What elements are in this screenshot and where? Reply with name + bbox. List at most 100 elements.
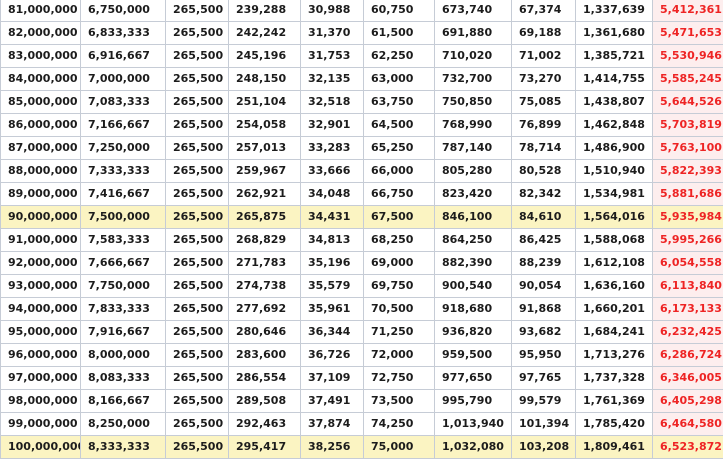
table-cell[interactable]: 1,013,940 <box>434 412 512 436</box>
table-cell[interactable]: 71,002 <box>511 44 576 68</box>
table-cell[interactable]: 66,750 <box>363 182 435 206</box>
table-cell[interactable]: 1,534,981 <box>575 182 653 206</box>
net-amount-cell[interactable]: 5,412,361 <box>652 0 723 22</box>
net-amount-cell[interactable]: 6,405,298 <box>652 389 723 413</box>
table-cell[interactable]: 32,135 <box>300 67 364 91</box>
table-cell[interactable]: 7,833,333 <box>80 297 166 321</box>
table-cell[interactable]: 31,753 <box>300 44 364 68</box>
table-cell[interactable]: 271,783 <box>228 251 301 275</box>
table-cell[interactable]: 7,916,667 <box>80 320 166 344</box>
table-cell[interactable]: 101,394 <box>511 412 576 436</box>
table-cell[interactable]: 805,280 <box>434 159 512 183</box>
table-cell[interactable]: 1,612,108 <box>575 251 653 275</box>
net-amount-cell[interactable]: 5,822,393 <box>652 159 723 183</box>
table-cell[interactable]: 7,083,333 <box>80 90 166 114</box>
table-cell[interactable]: 265,500 <box>165 435 229 459</box>
table-cell[interactable]: 265,500 <box>165 297 229 321</box>
table-cell[interactable]: 245,196 <box>228 44 301 68</box>
table-cell[interactable]: 274,738 <box>228 274 301 298</box>
table-cell[interactable]: 100,000,000 <box>0 435 81 459</box>
table-cell[interactable]: 67,500 <box>363 205 435 229</box>
net-amount-cell[interactable]: 6,054,558 <box>652 251 723 275</box>
table-cell[interactable]: 1,385,721 <box>575 44 653 68</box>
table-cell[interactable]: 67,374 <box>511 0 576 22</box>
table-cell[interactable]: 81,000,000 <box>0 0 81 22</box>
table-cell[interactable]: 72,750 <box>363 366 435 390</box>
table-cell[interactable]: 1,588,068 <box>575 228 653 252</box>
table-cell[interactable]: 35,196 <box>300 251 364 275</box>
table-cell[interactable]: 98,000,000 <box>0 389 81 413</box>
net-amount-cell[interactable]: 6,286,724 <box>652 343 723 367</box>
net-amount-cell[interactable]: 5,644,526 <box>652 90 723 114</box>
table-cell[interactable]: 85,000,000 <box>0 90 81 114</box>
net-amount-cell[interactable]: 6,113,840 <box>652 274 723 298</box>
table-cell[interactable]: 918,680 <box>434 297 512 321</box>
table-cell[interactable]: 823,420 <box>434 182 512 206</box>
table-cell[interactable]: 673,740 <box>434 0 512 22</box>
table-cell[interactable]: 99,000,000 <box>0 412 81 436</box>
table-cell[interactable]: 96,000,000 <box>0 343 81 367</box>
table-cell[interactable]: 265,875 <box>228 205 301 229</box>
table-cell[interactable]: 66,000 <box>363 159 435 183</box>
table-cell[interactable]: 99,579 <box>511 389 576 413</box>
table-cell[interactable]: 292,463 <box>228 412 301 436</box>
table-cell[interactable]: 34,431 <box>300 205 364 229</box>
table-cell[interactable]: 265,500 <box>165 389 229 413</box>
table-cell[interactable]: 248,150 <box>228 67 301 91</box>
table-cell[interactable]: 265,500 <box>165 67 229 91</box>
table-cell[interactable]: 7,000,000 <box>80 67 166 91</box>
table-cell[interactable]: 103,208 <box>511 435 576 459</box>
table-cell[interactable]: 242,242 <box>228 21 301 45</box>
table-cell[interactable]: 76,899 <box>511 113 576 137</box>
table-cell[interactable]: 1,660,201 <box>575 297 653 321</box>
table-cell[interactable]: 977,650 <box>434 366 512 390</box>
table-cell[interactable]: 750,850 <box>434 90 512 114</box>
net-amount-cell[interactable]: 5,585,245 <box>652 67 723 91</box>
table-cell[interactable]: 7,583,333 <box>80 228 166 252</box>
table-cell[interactable]: 75,085 <box>511 90 576 114</box>
table-cell[interactable]: 69,000 <box>363 251 435 275</box>
table-cell[interactable]: 36,344 <box>300 320 364 344</box>
net-amount-cell[interactable]: 6,232,425 <box>652 320 723 344</box>
table-cell[interactable]: 1,713,276 <box>575 343 653 367</box>
table-cell[interactable]: 72,000 <box>363 343 435 367</box>
table-cell[interactable]: 286,554 <box>228 366 301 390</box>
table-cell[interactable]: 8,166,667 <box>80 389 166 413</box>
net-amount-cell[interactable]: 5,995,266 <box>652 228 723 252</box>
table-cell[interactable]: 280,646 <box>228 320 301 344</box>
table-cell[interactable]: 1,809,461 <box>575 435 653 459</box>
table-cell[interactable]: 295,417 <box>228 435 301 459</box>
table-cell[interactable]: 82,000,000 <box>0 21 81 45</box>
table-cell[interactable]: 73,500 <box>363 389 435 413</box>
net-amount-cell[interactable]: 6,523,872 <box>652 435 723 459</box>
table-cell[interactable]: 88,000,000 <box>0 159 81 183</box>
table-cell[interactable]: 84,610 <box>511 205 576 229</box>
table-cell[interactable]: 268,829 <box>228 228 301 252</box>
table-cell[interactable]: 1,636,160 <box>575 274 653 298</box>
table-cell[interactable]: 61,500 <box>363 21 435 45</box>
net-amount-cell[interactable]: 5,935,984 <box>652 205 723 229</box>
table-cell[interactable]: 265,500 <box>165 320 229 344</box>
table-cell[interactable]: 265,500 <box>165 205 229 229</box>
table-cell[interactable]: 1,785,420 <box>575 412 653 436</box>
table-cell[interactable]: 265,500 <box>165 21 229 45</box>
table-cell[interactable]: 6,833,333 <box>80 21 166 45</box>
table-cell[interactable]: 93,682 <box>511 320 576 344</box>
table-cell[interactable]: 78,714 <box>511 136 576 160</box>
table-cell[interactable]: 691,880 <box>434 21 512 45</box>
table-cell[interactable]: 265,500 <box>165 113 229 137</box>
table-cell[interactable]: 83,000,000 <box>0 44 81 68</box>
table-cell[interactable]: 1,761,369 <box>575 389 653 413</box>
table-cell[interactable]: 265,500 <box>165 90 229 114</box>
net-amount-cell[interactable]: 5,763,100 <box>652 136 723 160</box>
table-cell[interactable]: 1,438,807 <box>575 90 653 114</box>
table-cell[interactable]: 254,058 <box>228 113 301 137</box>
table-cell[interactable]: 265,500 <box>165 228 229 252</box>
table-cell[interactable]: 75,000 <box>363 435 435 459</box>
net-amount-cell[interactable]: 5,703,819 <box>652 113 723 137</box>
table-cell[interactable]: 30,988 <box>300 0 364 22</box>
table-cell[interactable]: 91,868 <box>511 297 576 321</box>
table-cell[interactable]: 900,540 <box>434 274 512 298</box>
table-cell[interactable]: 64,500 <box>363 113 435 137</box>
table-cell[interactable]: 93,000,000 <box>0 274 81 298</box>
